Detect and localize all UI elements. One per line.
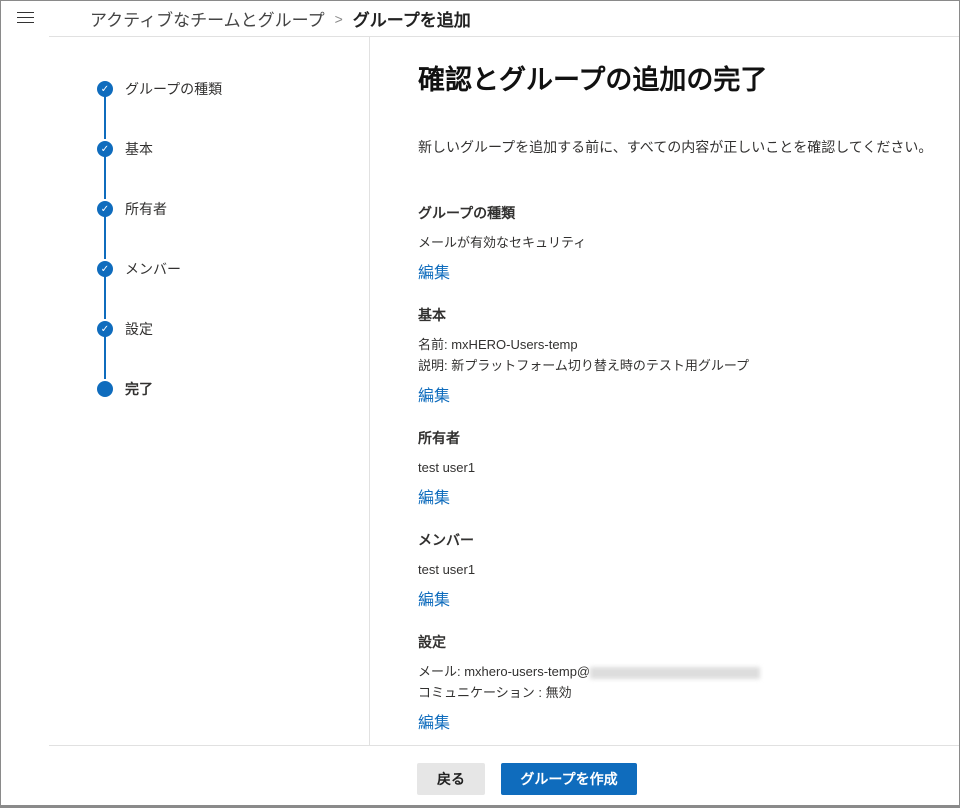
intro-text: 新しいグループを追加する前に、すべての内容が正しいことを確認してください。 [418, 139, 933, 155]
review-section: メンバー test user1 編集 [418, 530, 948, 610]
breadcrumb-parent-link[interactable]: アクティブなチームとグループ [90, 6, 325, 31]
step-label: 基本 [125, 141, 153, 157]
create-group-button[interactable]: グループを作成 [501, 763, 637, 795]
back-button[interactable]: 戻る [417, 763, 485, 795]
edit-link[interactable]: 編集 [418, 382, 450, 406]
section-line: メールが有効なセキュリティ [418, 235, 587, 250]
current-step-icon [97, 381, 113, 397]
panel-divider [369, 37, 370, 745]
section-line: 名前: mxHERO-Users-temp [418, 337, 578, 352]
edit-link[interactable]: 編集 [418, 484, 450, 508]
breadcrumb-current: グループを追加 [352, 11, 471, 30]
section-line: コミュニケーション : 無効 [418, 685, 572, 700]
step-connector [104, 275, 106, 319]
step-label: 設定 [125, 321, 153, 337]
section-heading: 基本 [418, 307, 446, 323]
step-6[interactable]: 完了 [97, 379, 153, 399]
step-1[interactable]: ✓ グループの種類 [97, 79, 222, 99]
header-divider [49, 36, 959, 37]
step-connector [104, 215, 106, 259]
hamburger-menu-icon[interactable] [17, 12, 34, 27]
step-4[interactable]: ✓ メンバー [97, 259, 181, 279]
step-label: 所有者 [125, 201, 167, 217]
review-section: 所有者 test user1 編集 [418, 428, 948, 508]
breadcrumb: アクティブなチームとグループ > グループを追加 [90, 6, 471, 31]
page-title: 確認とグループの追加の完了 [418, 65, 768, 95]
chevron-right-icon: > [334, 10, 343, 27]
section-line: test user1 [418, 460, 476, 475]
edit-link[interactable]: 編集 [418, 709, 450, 733]
step-3[interactable]: ✓ 所有者 [97, 199, 167, 219]
review-panel: 確認とグループの追加の完了 新しいグループを追加する前に、すべての内容が正しいこ… [418, 58, 948, 755]
edit-link[interactable]: 編集 [418, 259, 450, 283]
step-label: メンバー [125, 261, 181, 277]
step-connector [104, 335, 106, 379]
step-label: グループの種類 [125, 81, 223, 97]
review-section: グループの種類メールが有効なセキュリティ編集 [418, 203, 948, 283]
review-section: 設定メール: mxhero-users-temp@ コミュニケーション : 無効編… [418, 632, 948, 733]
redacted-domain [590, 666, 761, 679]
step-label: 完了 [125, 381, 153, 397]
section-line: test user1 [418, 562, 476, 577]
step-connector [104, 155, 106, 199]
edit-link[interactable]: 編集 [418, 586, 450, 610]
section-heading: 所有者 [418, 430, 460, 446]
section-heading: メンバー [418, 532, 474, 548]
section-line: 説明: 新プラットフォーム切り替え時のテスト用グループ [418, 358, 750, 373]
section-heading: 設定 [418, 634, 446, 650]
section-line: メール: mxhero-users-temp@ [418, 661, 948, 682]
step-connector [104, 95, 106, 139]
section-heading: グループの種類 [418, 205, 516, 221]
review-section: 基本名前: mxHERO-Users-temp 説明: 新プラットフォーム切り替え… [418, 305, 948, 406]
